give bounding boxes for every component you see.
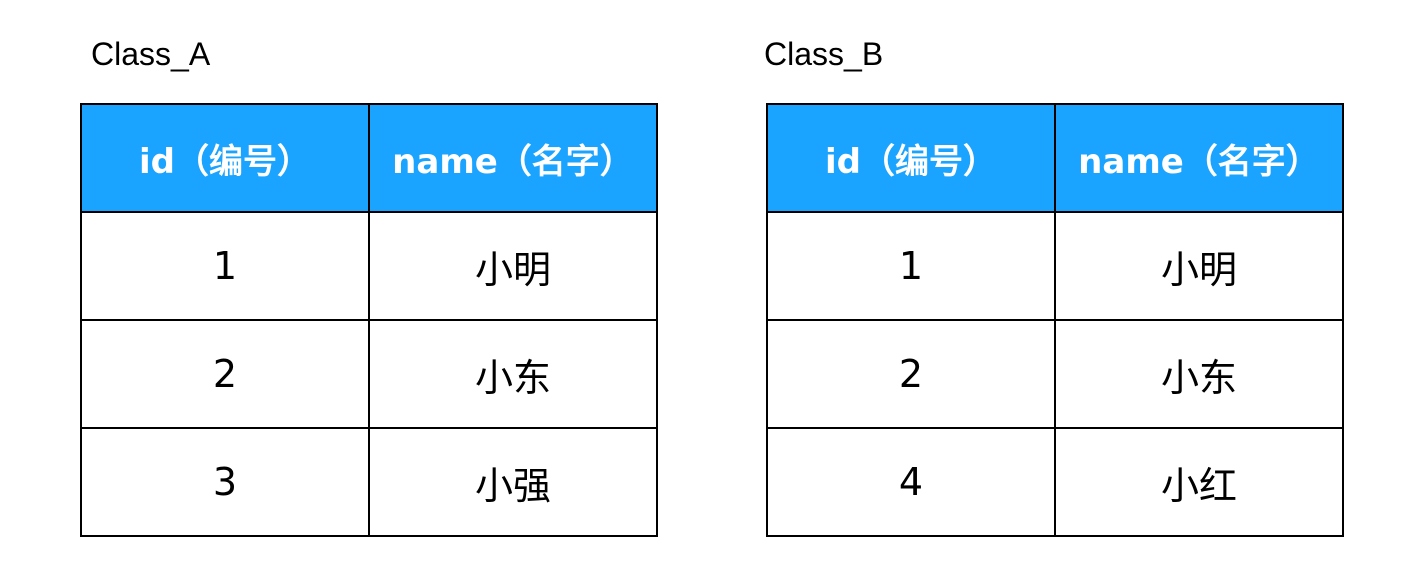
table-row: 2 小东 (80, 319, 658, 429)
cell-name: 小明 (368, 211, 658, 321)
column-header-id: id（编号） (80, 103, 370, 213)
cell-name: 小红 (1054, 427, 1344, 537)
class-a-table: id（编号） name（名字） 1 小明 2 小东 3 小强 (80, 103, 658, 537)
cell-name: 小明 (1054, 211, 1344, 321)
cell-id: 2 (80, 319, 370, 429)
table-header-row: id（编号） name（名字） (766, 103, 1344, 213)
table-row: 2 小东 (766, 319, 1344, 429)
column-header-name: name（名字） (1054, 103, 1344, 213)
cell-name: 小强 (368, 427, 658, 537)
cell-name: 小东 (368, 319, 658, 429)
column-header-name: name（名字） (368, 103, 658, 213)
table-row: 1 小明 (80, 211, 658, 321)
table-title-class-a: Class_A (91, 36, 211, 72)
cell-id: 4 (766, 427, 1056, 537)
cell-id: 1 (80, 211, 370, 321)
table-row: 3 小强 (80, 427, 658, 537)
table-row: 4 小红 (766, 427, 1344, 537)
cell-id: 1 (766, 211, 1056, 321)
cell-id: 2 (766, 319, 1056, 429)
cell-id: 3 (80, 427, 370, 537)
cell-name: 小东 (1054, 319, 1344, 429)
class-b-table: id（编号） name（名字） 1 小明 2 小东 4 小红 (766, 103, 1344, 537)
table-row: 1 小明 (766, 211, 1344, 321)
table-title-class-b: Class_B (764, 36, 884, 72)
table-header-row: id（编号） name（名字） (80, 103, 658, 213)
column-header-id: id（编号） (766, 103, 1056, 213)
